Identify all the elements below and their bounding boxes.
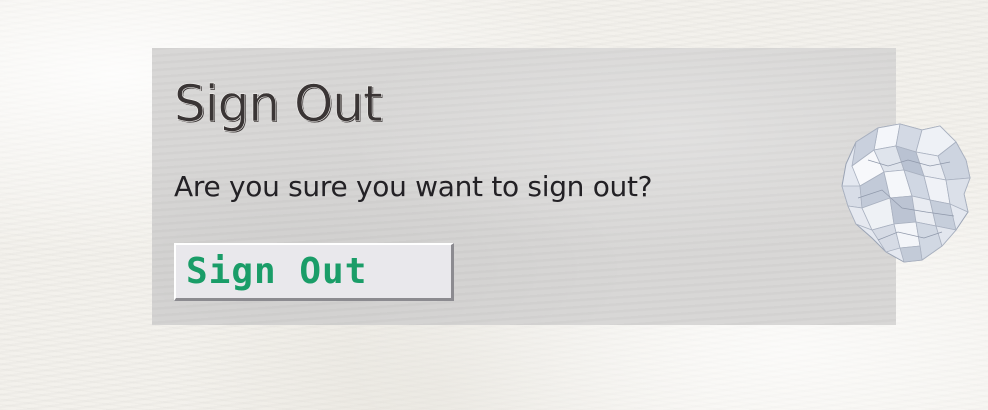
sign-out-button[interactable]: Sign Out <box>174 243 454 301</box>
crumpled-paper-icon <box>841 123 971 263</box>
dialog-message: Are you sure you want to sign out? <box>174 170 653 203</box>
dialog-title: Sign Out <box>174 75 383 134</box>
sign-out-dialog: Sign Out Are you sure you want to sign o… <box>152 48 896 325</box>
